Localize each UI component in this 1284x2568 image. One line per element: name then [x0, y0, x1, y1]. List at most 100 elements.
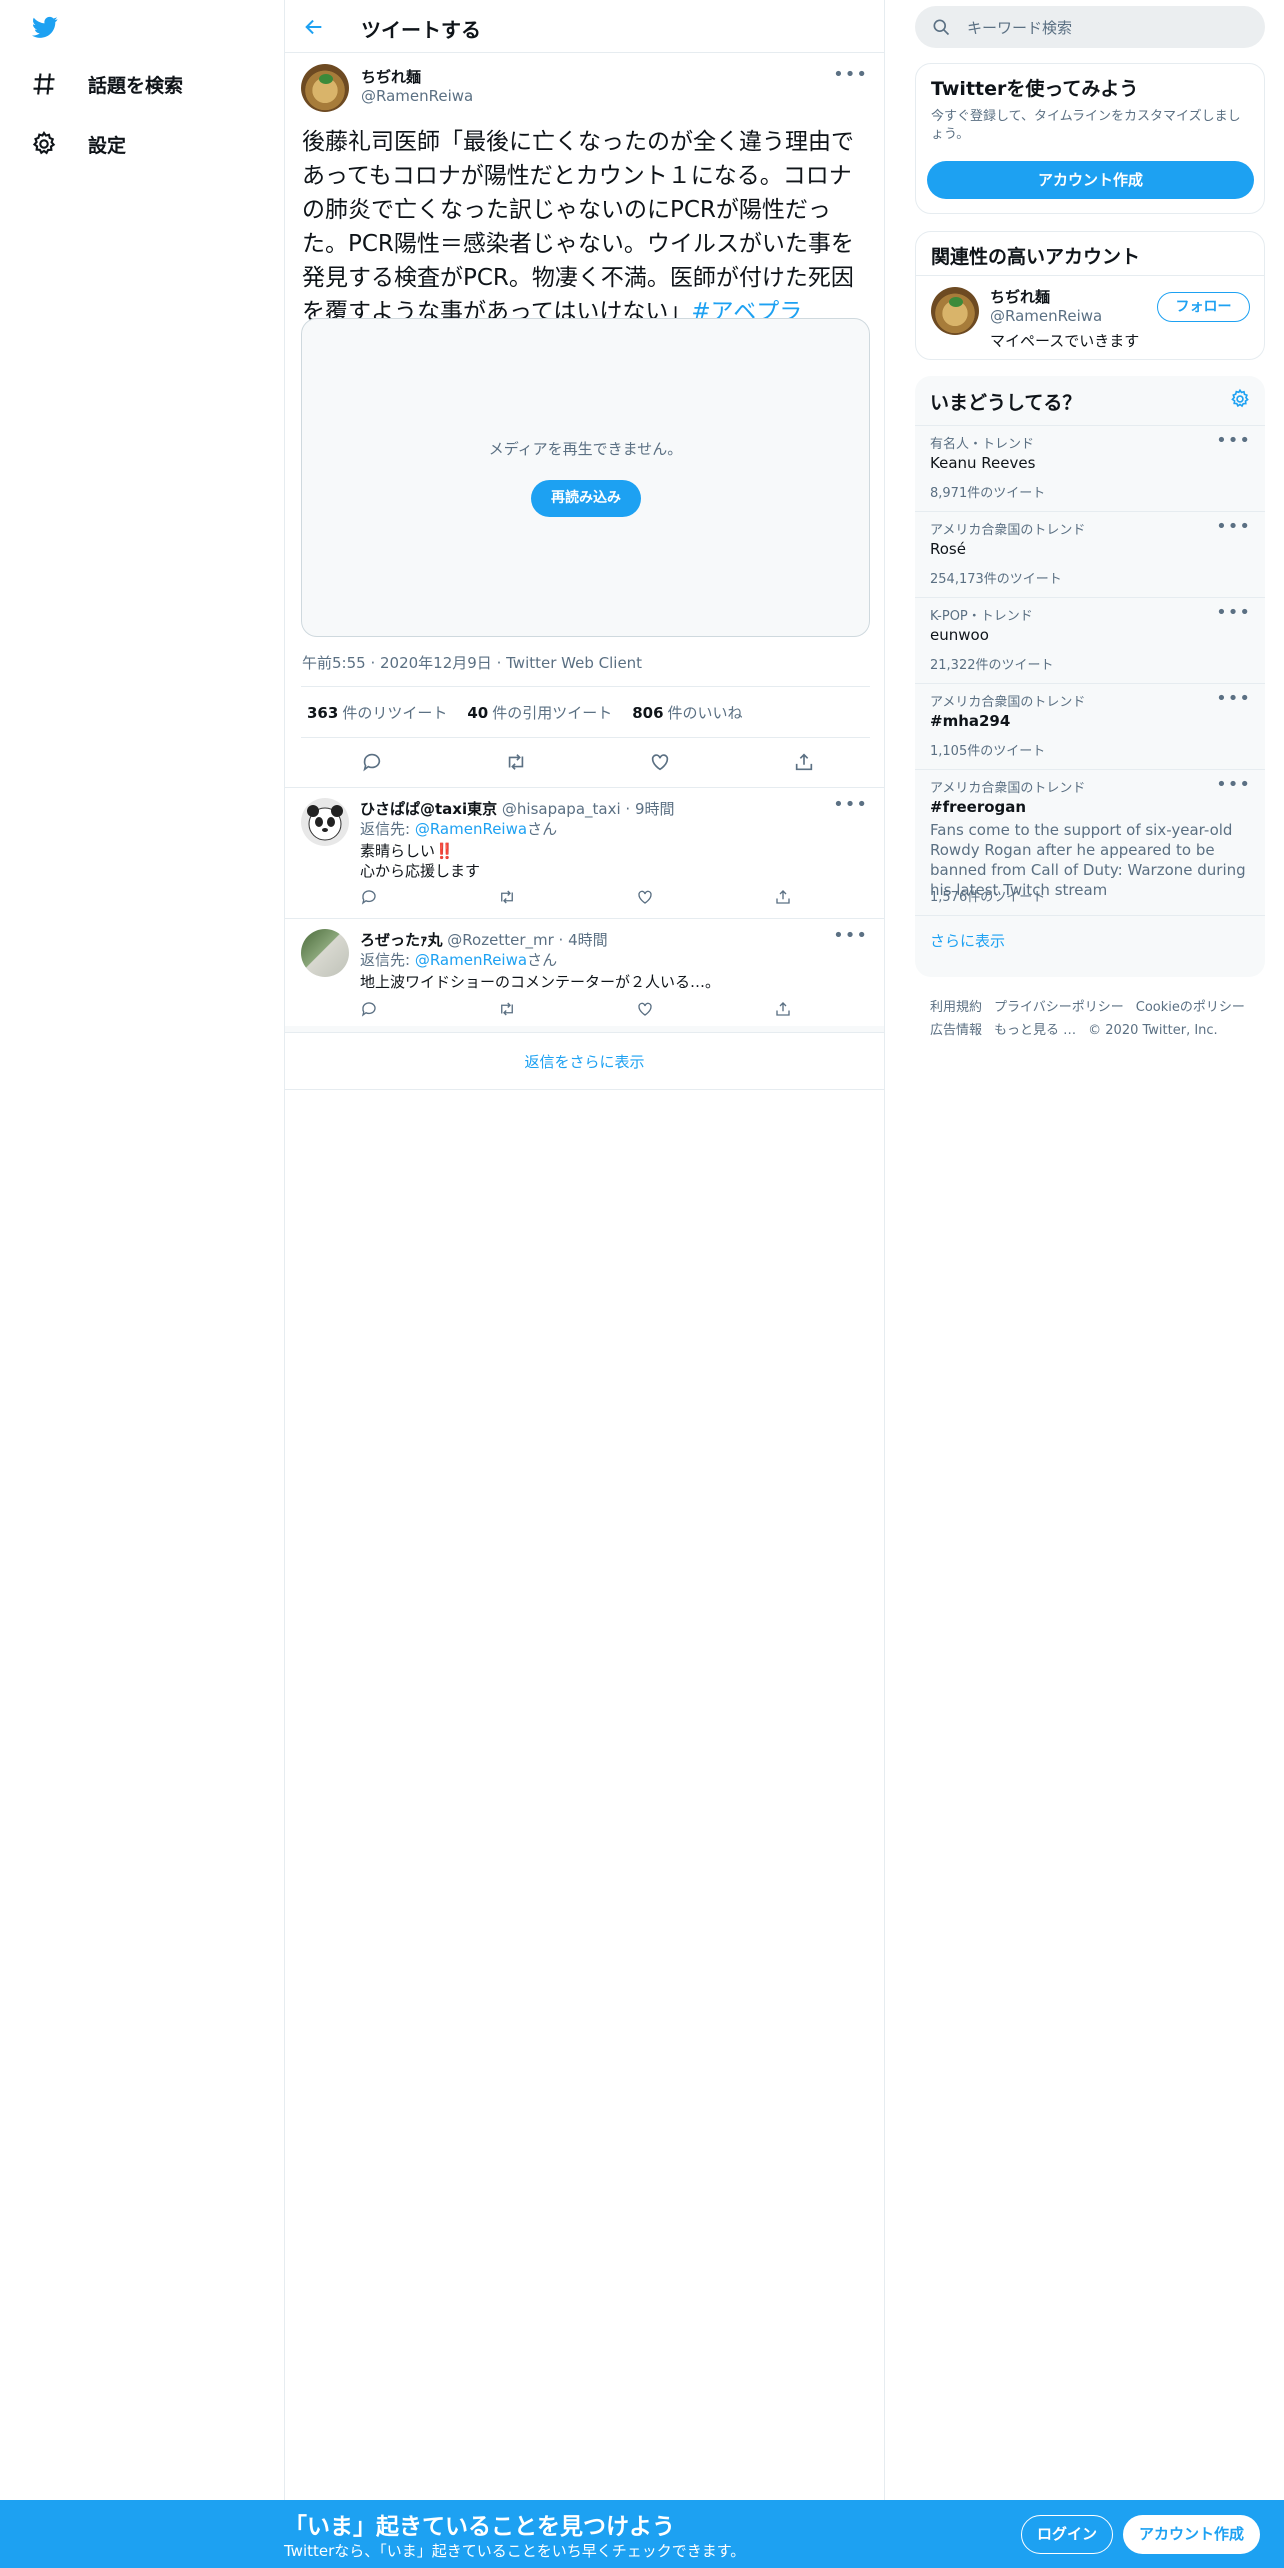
trend-name: #mha294	[930, 712, 1011, 730]
like-icon[interactable]	[636, 888, 654, 906]
reply-header: ひさぱぱ@taxi東京 @hisapapa_taxi · 9時間	[360, 800, 675, 818]
trend-context: アメリカ合衆国のトレンド	[930, 781, 1086, 796]
footer-link-privacy[interactable]: プライバシーポリシー	[994, 1000, 1124, 1015]
reply-author-name[interactable]: ろぜったｧ丸	[360, 931, 443, 949]
trend-item[interactable]: K-POP・トレンド eunwoo 21,322件のツイート •••	[915, 597, 1265, 683]
divider	[916, 275, 1264, 276]
create-account-button[interactable]: アカウント作成	[927, 161, 1254, 199]
show-more-label[interactable]: さらに表示	[930, 930, 1005, 951]
reply-avatar[interactable]	[301, 798, 349, 846]
reply-to-mention[interactable]: @RamenReiwa	[415, 951, 527, 969]
related-handle[interactable]: @RamenReiwa	[990, 307, 1102, 325]
retweet-stat[interactable]: 363 件のリツイート	[307, 702, 447, 723]
footer-copyright: © 2020 Twitter, Inc.	[1088, 1023, 1218, 1038]
trend-item[interactable]: アメリカ合衆国のトレンド #mha294 1,105件のツイート •••	[915, 683, 1265, 769]
footer-link-terms[interactable]: 利用規約	[930, 1000, 982, 1015]
tweet-time[interactable]: 午前5:55	[302, 654, 366, 672]
show-more-replies-link[interactable]: 返信をさらに表示	[285, 1032, 884, 1090]
reply-author-handle[interactable]: @hisapapa_taxi	[502, 800, 621, 818]
trends-card: いまどうしてる？ 有名人・トレンド Keanu Reeves 8,971件のツイ…	[915, 376, 1265, 977]
reply-text-line-1: 地上波ワイドショーのコメンテーターが２人いる…。	[360, 973, 721, 991]
signup-card: Twitterを使ってみよう 今すぐ登録して、タイムラインをカスタマイズしましょ…	[915, 63, 1265, 214]
nav-explore-label: 話題を検索	[88, 74, 184, 97]
more-options-icon[interactable]: •••	[1216, 516, 1251, 537]
trend-context: K-POP・トレンド	[930, 609, 1033, 624]
reload-button[interactable]: 再読み込み	[531, 480, 641, 517]
banner-subtext: Twitterなら、「いま」起きていることをいち早くチェックできます。	[284, 2542, 746, 2560]
trend-count: 1,105件のツイート	[930, 744, 1046, 759]
quote-stat[interactable]: 40 件の引用ツイート	[467, 702, 612, 723]
retweet-icon[interactable]	[498, 1000, 516, 1018]
like-icon[interactable]	[636, 1000, 654, 1018]
banner-headline: 「いま」起きていることを見つけよう	[284, 2514, 675, 2540]
more-options-icon[interactable]: •••	[833, 925, 868, 946]
reply-to-prefix: 返信先:	[360, 820, 415, 838]
author-handle[interactable]: @RamenReiwa	[361, 87, 473, 105]
search-icon	[933, 19, 950, 36]
follow-button[interactable]: フォロー	[1157, 292, 1250, 322]
banner-signup-button[interactable]: アカウント作成	[1123, 2515, 1260, 2554]
tweet-meta: 午前5:55 · 2020年12月9日 · Twitter Web Client	[302, 654, 643, 672]
footer-link-more[interactable]: もっと見る …	[994, 1023, 1076, 1038]
reply-tweet[interactable]: ひさぱぱ@taxi東京 @hisapapa_taxi · 9時間 ••• 返信先…	[285, 787, 884, 918]
show-more-trends[interactable]: さらに表示	[915, 915, 1265, 977]
trend-item[interactable]: 有名人・トレンド Keanu Reeves 8,971件のツイート •••	[915, 425, 1265, 511]
trend-name: Keanu Reeves	[930, 454, 1036, 472]
share-icon[interactable]	[793, 751, 815, 773]
share-icon[interactable]	[774, 888, 792, 906]
nav-explore[interactable]: 話題を検索	[30, 70, 183, 98]
tweet-body: 後藤礼司医師「最後に亡くなったのが全く違う理由であってもコロナが陽性だとカウント…	[302, 129, 854, 325]
retweet-count: 363	[307, 704, 339, 722]
reply-tweet[interactable]: ろぜったｧ丸 @Rozetter_mr · 4時間 ••• 返信先: @Rame…	[285, 918, 884, 1026]
related-avatar[interactable]	[931, 287, 979, 335]
login-button[interactable]: ログイン	[1021, 2515, 1113, 2554]
reply-icon[interactable]	[361, 751, 383, 773]
trend-item[interactable]: アメリカ合衆国のトレンド Rosé 254,173件のツイート •••	[915, 511, 1265, 597]
nav-settings-label: 設定	[88, 134, 127, 157]
tweet-client[interactable]: Twitter Web Client	[506, 654, 642, 672]
tweet-date[interactable]: 2020年12月9日	[380, 654, 492, 672]
reply-author-handle[interactable]: @Rozetter_mr	[447, 931, 553, 949]
footer-link-cookies[interactable]: Cookieのポリシー	[1136, 1000, 1245, 1015]
nav-settings[interactable]: 設定	[30, 130, 126, 158]
media-error-message: メディアを再生できません。	[488, 440, 683, 458]
double-exclamation-emoji: ‼️	[435, 842, 454, 860]
more-options-icon[interactable]: •••	[833, 794, 868, 815]
related-accounts-card: 関連性の高いアカウント ちぢれ麺 @RamenReiwa マイペースでいきます …	[915, 231, 1265, 360]
reply-to-suffix: さん	[527, 820, 558, 838]
reply-to-mention[interactable]: @RamenReiwa	[415, 820, 527, 838]
retweet-icon[interactable]	[505, 751, 527, 773]
more-options-icon[interactable]: •••	[1216, 430, 1251, 451]
related-title: 関連性の高いアカウント	[931, 246, 1141, 268]
signup-desc: 今すぐ登録して、タイムラインをカスタマイズしましょう。	[931, 109, 1241, 142]
reply-author-name[interactable]: ひさぱぱ@taxi東京	[360, 800, 497, 818]
divider	[301, 686, 870, 687]
author-name[interactable]: ちぢれ麺	[361, 66, 421, 87]
reply-time[interactable]: 9時間	[635, 800, 675, 818]
trend-count: 254,173件のツイート	[930, 572, 1062, 587]
quote-count: 40	[467, 704, 489, 722]
twitter-logo-icon[interactable]	[30, 14, 60, 40]
trend-name: #freerogan	[930, 798, 1027, 816]
back-arrow-icon[interactable]	[303, 16, 325, 42]
author-avatar[interactable]	[301, 64, 349, 112]
footer-link-ads[interactable]: 広告情報	[930, 1023, 982, 1038]
media-player[interactable]: メディアを再生できません。 再読み込み	[301, 318, 870, 637]
reply-time[interactable]: 4時間	[568, 931, 608, 949]
more-options-icon[interactable]: •••	[1216, 688, 1251, 709]
reply-icon[interactable]	[360, 888, 378, 906]
search-bar[interactable]: キーワード検索	[915, 6, 1265, 48]
related-name[interactable]: ちぢれ麺	[990, 286, 1050, 307]
like-stat[interactable]: 806 件のいいね	[632, 702, 742, 723]
more-options-icon[interactable]: •••	[1216, 602, 1251, 623]
reply-avatar[interactable]	[301, 929, 349, 977]
more-options-icon[interactable]: •••	[833, 64, 868, 85]
retweet-icon[interactable]	[498, 888, 516, 906]
share-icon[interactable]	[774, 1000, 792, 1018]
search-input[interactable]: キーワード検索	[967, 17, 1072, 38]
trends-settings-icon[interactable]	[1229, 388, 1251, 414]
like-icon[interactable]	[649, 751, 671, 773]
reply-icon[interactable]	[360, 1000, 378, 1018]
trend-item[interactable]: アメリカ合衆国のトレンド #freerogan Fans come to the…	[915, 769, 1265, 915]
more-options-icon[interactable]: •••	[1216, 774, 1251, 795]
